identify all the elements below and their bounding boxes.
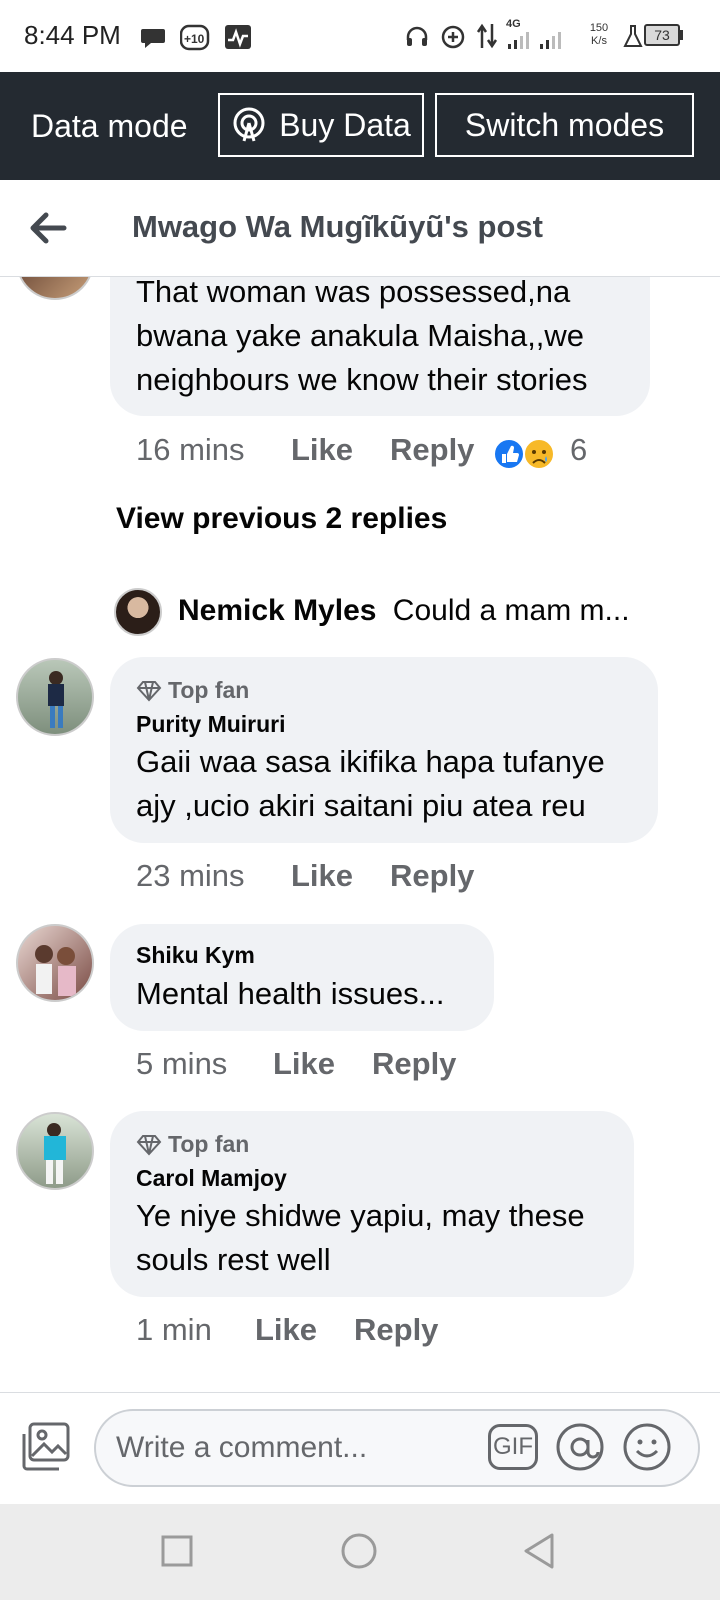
emoji-icon[interactable]: [622, 1422, 672, 1472]
avatar[interactable]: [16, 1112, 94, 1190]
top-fan-badge: Top fan: [136, 1131, 249, 1158]
reply-button[interactable]: Reply: [372, 1046, 456, 1082]
reply-button[interactable]: Reply: [354, 1312, 438, 1348]
reply-snippet: Could a mam m...: [392, 594, 630, 627]
home-icon[interactable]: [340, 1532, 378, 1570]
headset-icon: [406, 26, 428, 46]
reaction-count: 6: [570, 432, 588, 467]
gif-label: GIF: [493, 1433, 533, 1460]
avatar-small[interactable]: [114, 588, 162, 636]
comment-line: bwana yake anakula Maisha,,we: [136, 318, 585, 353]
comment-author[interactable]: Purity Muiruri: [136, 711, 286, 738]
top-fan-label: Top fan: [168, 1131, 250, 1157]
comment-text: That woman was possessed,na bwana yake a…: [136, 270, 646, 402]
comment-line: Ye niye shidwe yapiu, may these: [136, 1198, 585, 1233]
top-fan-label: Top fan: [168, 677, 250, 703]
photo-icon[interactable]: [20, 1420, 72, 1472]
like-button[interactable]: Like: [255, 1312, 317, 1348]
reply-preview[interactable]: Nemick Myles Could a mam m...: [178, 594, 630, 628]
comment-time: 16 mins: [136, 432, 245, 467]
comment-line: Gaii waa sasa ikifika hapa tufanye: [136, 744, 605, 779]
comment-time: 5 mins: [136, 1046, 228, 1081]
gif-button[interactable]: GIF: [488, 1424, 538, 1470]
comment-time: 1 min: [136, 1312, 212, 1347]
data-mode-label: Data mode: [31, 108, 188, 144]
comment-text: Mental health issues...: [136, 972, 491, 1016]
comment-line: ajy ,ucio akiri saitani piu atea reu: [136, 788, 586, 823]
comment-time: 23 mins: [136, 858, 245, 893]
comment-text: Gaii waa sasa ikifika hapa tufanye ajy ,…: [136, 740, 651, 828]
svg-text:+10: +10: [184, 32, 205, 46]
plus10-icon: +10: [180, 24, 210, 51]
buy-data-button[interactable]: Buy Data: [218, 93, 424, 157]
avatar[interactable]: [16, 658, 94, 736]
diamond-icon: [136, 680, 162, 701]
flask-icon: [623, 25, 643, 47]
network-speed-value: 150: [589, 22, 609, 34]
broadcast-icon: [233, 107, 265, 142]
sad-reaction-icon: [523, 438, 555, 470]
back-nav-icon[interactable]: [522, 1532, 556, 1570]
recent-apps-icon[interactable]: [160, 1534, 194, 1568]
back-arrow-icon-top[interactable]: [28, 208, 68, 248]
switch-modes-button[interactable]: Switch modes: [435, 93, 694, 157]
reply-button[interactable]: Reply: [390, 432, 474, 468]
avatar[interactable]: [16, 924, 94, 1002]
comment-line: souls rest well: [136, 1242, 331, 1277]
diamond-icon: [136, 1134, 162, 1155]
chat-bubble-icon: [141, 29, 165, 48]
reply-button[interactable]: Reply: [390, 858, 474, 894]
top-fan-badge: Top fan: [136, 677, 249, 704]
comment-line: neighbours we know their stories: [136, 362, 588, 397]
buy-data-label: Buy Data: [279, 106, 411, 143]
battery-level: 73: [654, 27, 670, 43]
comment-text: Ye niye shidwe yapiu, may these souls re…: [136, 1194, 631, 1282]
network-speed-unit: K/s: [591, 35, 607, 47]
comment-author[interactable]: Carol Mamjoy: [136, 1165, 287, 1192]
signal-icon: [508, 32, 561, 49]
mention-icon[interactable]: [555, 1422, 605, 1472]
reactions[interactable]: [492, 436, 558, 472]
battery-icon: 73: [644, 24, 680, 46]
switch-modes-label: Switch modes: [464, 106, 665, 143]
comment-input-placeholder: Write a comment...: [116, 1431, 368, 1464]
comment-line: That woman was possessed,na: [136, 274, 571, 309]
battery-tip: [680, 30, 683, 40]
network-type: 4G: [506, 18, 521, 30]
status-time: 8:44 PM: [24, 20, 121, 50]
reply-author: Nemick Myles: [178, 594, 377, 627]
like-button[interactable]: Like: [291, 432, 353, 468]
data-saver-icon: [441, 25, 465, 49]
data-transfer-icon: [476, 23, 498, 49]
like-button[interactable]: Like: [273, 1046, 335, 1082]
page-title-top: Mwago Wa Mugĩkũyũ's post: [132, 209, 543, 244]
like-button[interactable]: Like: [291, 858, 353, 894]
activity-icon: [225, 25, 251, 49]
comment-line: Mental health issues...: [136, 976, 445, 1011]
view-previous-replies[interactable]: View previous 2 replies: [116, 502, 447, 536]
comment-author[interactable]: Shiku Kym: [136, 942, 255, 969]
